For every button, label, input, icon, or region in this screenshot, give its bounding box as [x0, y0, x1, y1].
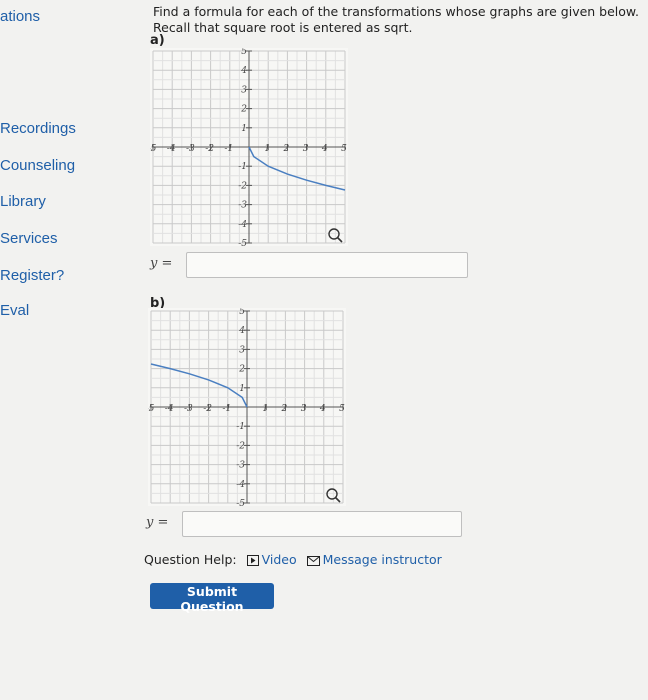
video-icon: [246, 554, 259, 569]
y-tick-label: -1: [236, 422, 245, 432]
graph-a[interactable]: -5 -4 -3 -2 -1 1 2 3 4 5 -5 -4 -3 -2 -1 1 2 3 4 5: [150, 48, 348, 246]
sidebar-item-library[interactable]: Library: [0, 193, 46, 210]
y-tick-label: -3: [236, 461, 245, 471]
x-tick-label: 4: [321, 144, 328, 154]
y-tick-label: -5: [238, 239, 247, 246]
graph-b[interactable]: -5 -4 -3 -2 -1 1 2 3 4 5 -5 -4 -3 -2 -1 1 2 3 4 5: [148, 308, 346, 506]
y-tick-label: -4: [238, 220, 247, 230]
y-tick-label: 2: [240, 105, 247, 115]
x-tick-label: -5: [150, 144, 157, 154]
graph-a-svg: -5 -4 -3 -2 -1 1 2 3 4 5 -5 -4 -3 -2 -1 1 2 3 4 5: [150, 48, 348, 246]
y-tick-label: 5: [241, 48, 247, 57]
envelope-icon: [306, 554, 320, 569]
x-tick-label: -2: [205, 144, 214, 154]
y-tick-label: 1: [239, 384, 245, 394]
sidebar-item-recordings[interactable]: Recordings: [0, 120, 76, 137]
y-tick-label: -3: [238, 201, 247, 211]
x-tick-label: -4: [165, 404, 174, 414]
sidebar-item-counseling[interactable]: Counseling: [0, 157, 75, 174]
sidebar-item-register[interactable]: Register?: [0, 267, 64, 284]
sidebar-item-services[interactable]: Services: [0, 230, 58, 247]
x-tick-label: -1: [222, 404, 231, 414]
submit-question-button[interactable]: Submit Question: [150, 583, 274, 614]
question-help-label: Question Help:: [144, 552, 237, 567]
part-a-equation-label: y =: [150, 256, 173, 271]
x-tick-label: 2: [283, 144, 290, 154]
y-tick-label: 5: [239, 308, 245, 317]
part-b-answer-input[interactable]: [182, 511, 462, 537]
y-tick-label: 2: [238, 365, 245, 375]
y-tick-label: -2: [236, 441, 245, 451]
question-instructions: Find a formula for each of the transform…: [153, 4, 639, 35]
y-tick-label: 4: [238, 326, 245, 336]
graph-b-svg: -5 -4 -3 -2 -1 1 2 3 4 5 -5 -4 -3 -2 -1 1 2 3 4 5: [148, 308, 346, 506]
y-tick-label: 3: [241, 85, 247, 95]
y-tick-label: -4: [236, 480, 245, 490]
x-tick-label: 1: [264, 144, 270, 154]
message-instructor-label: Message instructor: [322, 552, 442, 567]
part-a-answer-input[interactable]: [186, 252, 468, 278]
message-instructor-link[interactable]: Message instructor: [306, 552, 442, 569]
y-tick-label: -1: [238, 162, 247, 172]
y-tick-label: 1: [241, 124, 247, 134]
sidebar-item-eval[interactable]: Eval: [0, 302, 29, 319]
x-tick-label: -5: [148, 404, 155, 414]
x-tick-label: 3: [303, 144, 309, 154]
part-a-label: a): [150, 33, 165, 48]
x-tick-label: -3: [186, 144, 195, 154]
y-tick-label: -2: [238, 181, 247, 191]
x-tick-label: -3: [184, 404, 193, 414]
x-tick-label: 5: [341, 144, 347, 154]
x-tick-label: 4: [319, 404, 326, 414]
question-help-row: Question Help: Video Message instructor: [144, 552, 442, 569]
sidebar-item-ations[interactable]: ations: [0, 8, 40, 25]
y-tick-label: 4: [240, 66, 247, 76]
video-link[interactable]: Video: [246, 552, 301, 569]
x-tick-label: 1: [262, 404, 268, 414]
x-tick-label: -1: [224, 144, 233, 154]
y-tick-label: -5: [236, 499, 245, 506]
question-area: Find a formula for each of the transform…: [144, 0, 648, 700]
x-tick-label: 3: [301, 404, 307, 414]
video-link-label: Video: [261, 552, 297, 567]
sidebar: ations Recordings Counseling Library Ser…: [0, 0, 110, 700]
x-tick-label: 5: [339, 404, 345, 414]
x-tick-label: -2: [203, 404, 212, 414]
part-b-equation-label: y =: [146, 515, 169, 530]
x-tick-label: 2: [281, 404, 288, 414]
x-tick-label: -4: [167, 144, 176, 154]
y-tick-label: 3: [239, 345, 245, 355]
